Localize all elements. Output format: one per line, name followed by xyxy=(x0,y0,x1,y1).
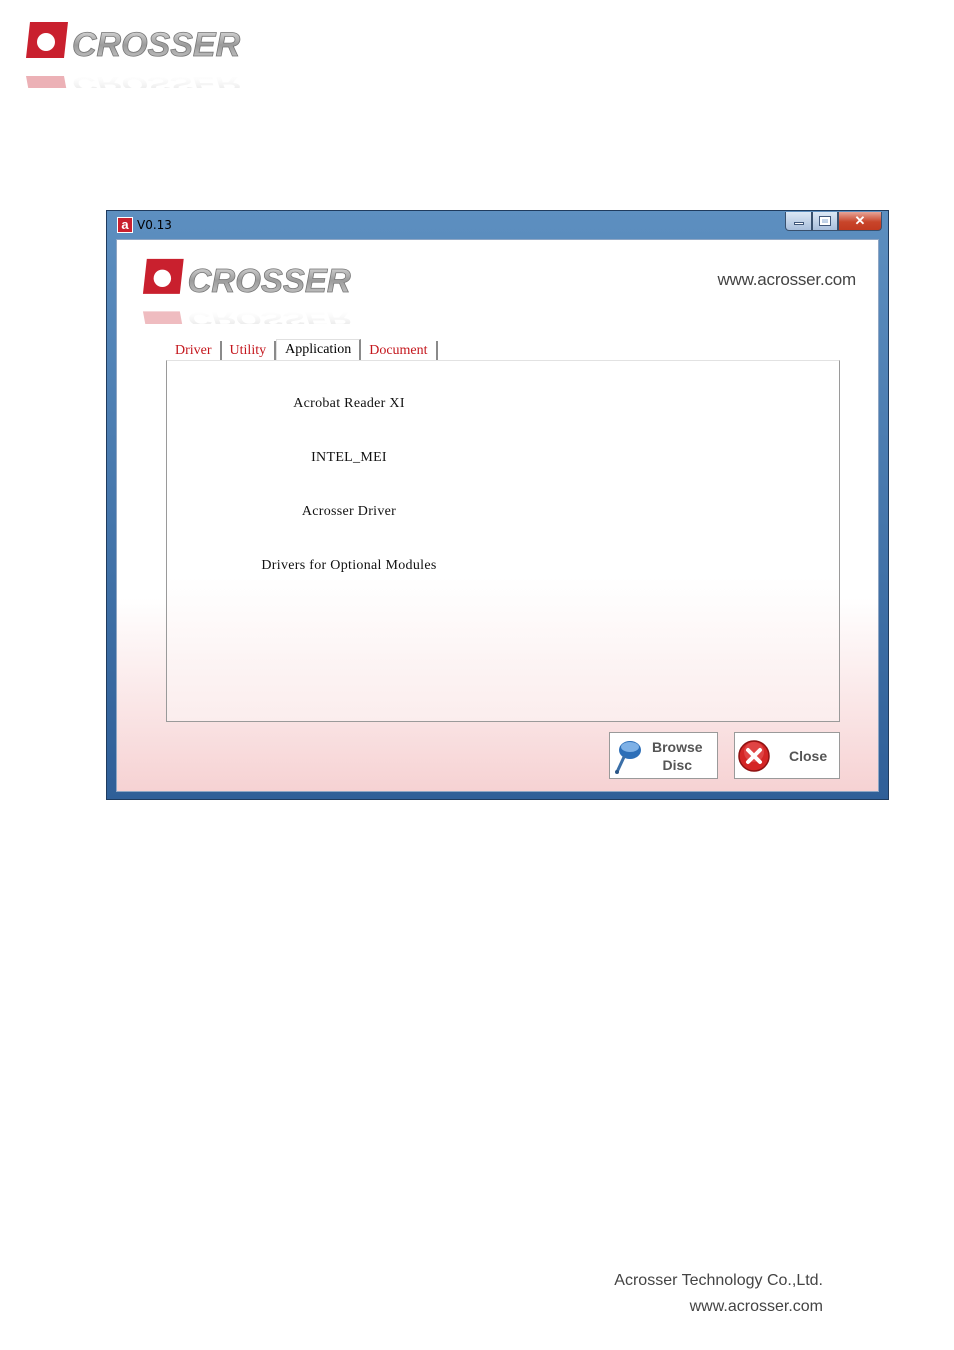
footer-company: Acrosser Technology Co.,Ltd. xyxy=(614,1272,823,1289)
footer-website: www.acrosser.com xyxy=(689,1298,823,1315)
app-item-optional-modules[interactable]: Drivers for Optional Modules xyxy=(219,558,479,574)
close-circle-icon xyxy=(738,739,770,772)
acrosser-logo-inner: CROSSER CROSSER xyxy=(142,258,351,324)
app-icon: a xyxy=(117,217,133,233)
svg-text:CROSSER: CROSSER xyxy=(188,308,351,324)
svg-text:CROSSER: CROSSER xyxy=(188,262,351,299)
close-x-icon: ✕ xyxy=(854,213,866,228)
browse-label-line1: Browse xyxy=(652,738,703,755)
tab-driver[interactable]: Driver xyxy=(167,341,222,361)
page-footer: Acrosser Technology Co.,Ltd. www.acrosse… xyxy=(614,1268,823,1320)
maximize-icon xyxy=(819,216,831,226)
window-close-button[interactable]: ✕ xyxy=(838,212,882,231)
title-bar[interactable]: a V0.13 ✕ xyxy=(107,211,888,238)
tab-bar: Driver Utility Application Document xyxy=(167,339,438,361)
installer-window: a V0.13 ✕ CROSSER CROSSER www.acrosser.c… xyxy=(106,210,889,800)
minimize-button[interactable] xyxy=(785,212,812,231)
window-title: V0.13 xyxy=(137,218,172,232)
minimize-icon xyxy=(793,222,804,225)
app-item-acrosser-driver[interactable]: Acrosser Driver xyxy=(219,504,479,520)
app-item-intel-mei[interactable]: INTEL_MEI xyxy=(219,450,479,466)
browse-disc-button[interactable]: Browse Disc xyxy=(609,732,718,779)
maximize-button[interactable] xyxy=(812,212,838,231)
window-controls: ✕ xyxy=(785,212,882,231)
svg-text:CROSSER: CROSSER xyxy=(72,26,241,64)
tab-utility[interactable]: Utility xyxy=(221,341,277,361)
app-item-acrobat-reader[interactable]: Acrobat Reader XI xyxy=(219,396,479,412)
application-panel: Acrobat Reader XI INTEL_MEI Acrosser Dri… xyxy=(166,360,840,722)
website-link[interactable]: www.acrosser.com xyxy=(717,270,856,290)
disc-search-icon xyxy=(615,740,641,774)
close-label: Close xyxy=(789,747,828,764)
acrosser-logo: CROSSER CROSSER xyxy=(26,22,241,88)
browse-label-line2: Disc xyxy=(662,756,693,773)
svg-text:CROSSER: CROSSER xyxy=(72,73,241,88)
tab-document[interactable]: Document xyxy=(361,341,438,361)
tab-application[interactable]: Application xyxy=(276,339,362,361)
window-client-area: CROSSER CROSSER www.acrosser.com Driver … xyxy=(116,239,879,792)
close-button[interactable]: Close xyxy=(734,732,840,779)
